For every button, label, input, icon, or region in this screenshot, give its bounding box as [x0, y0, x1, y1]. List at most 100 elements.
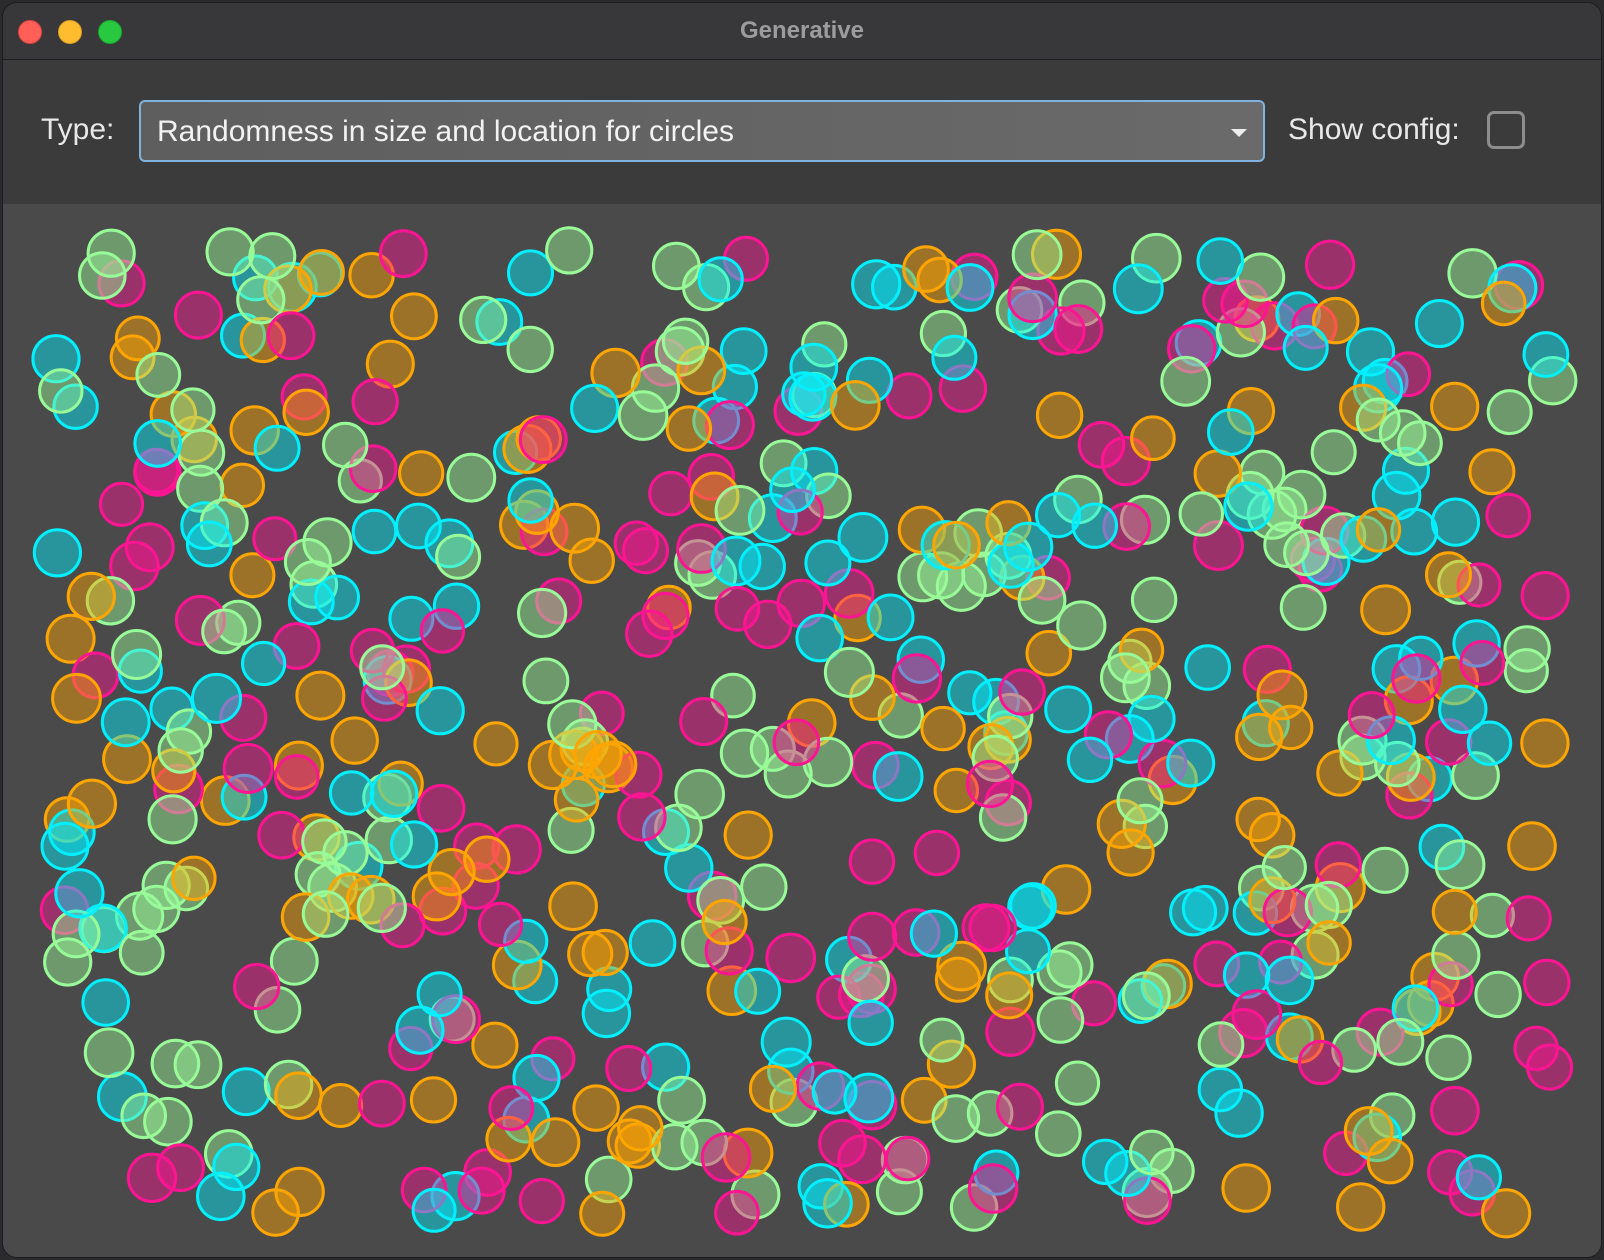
circle	[1261, 845, 1307, 891]
circle	[704, 400, 755, 451]
circle	[734, 967, 782, 1015]
chevron-down-icon	[1231, 129, 1247, 137]
circle	[38, 368, 84, 414]
circle	[605, 1045, 653, 1092]
circle	[1207, 408, 1255, 456]
circle	[573, 730, 623, 780]
circle	[700, 1132, 752, 1183]
circle	[947, 670, 993, 716]
circle	[1235, 796, 1281, 843]
circle	[390, 292, 438, 341]
circle	[985, 971, 1034, 1020]
circle	[891, 653, 943, 704]
circle	[378, 229, 428, 278]
circle	[488, 1085, 535, 1131]
circle	[848, 838, 896, 885]
circle	[1181, 884, 1229, 932]
circle	[390, 820, 439, 869]
circle	[274, 754, 320, 800]
circle	[351, 508, 398, 555]
circle	[170, 387, 216, 433]
circle	[522, 657, 570, 705]
circle	[83, 1027, 135, 1079]
circle	[81, 978, 130, 1027]
circle	[1214, 1088, 1264, 1138]
circle	[205, 227, 255, 277]
circle	[719, 728, 770, 778]
circle	[1355, 397, 1401, 443]
circle	[1455, 1154, 1503, 1201]
circle	[266, 311, 316, 361]
circle	[328, 770, 375, 816]
circle	[66, 571, 116, 621]
circle	[841, 954, 890, 1004]
circle	[1036, 996, 1085, 1044]
circle	[697, 256, 744, 303]
circle	[54, 868, 105, 919]
circle	[118, 929, 165, 976]
circle	[1355, 507, 1402, 553]
circle	[1196, 237, 1245, 285]
circle	[945, 263, 995, 312]
circle	[229, 552, 276, 599]
circle	[1361, 846, 1409, 894]
circle	[40, 821, 90, 871]
circle	[1480, 280, 1527, 327]
circle	[1116, 777, 1164, 825]
circle	[913, 829, 961, 877]
circle	[1306, 920, 1352, 966]
circle	[287, 578, 335, 626]
circle	[679, 697, 729, 746]
circle	[1297, 1039, 1344, 1086]
circle	[1425, 1034, 1472, 1081]
circle	[241, 640, 287, 687]
circle	[1431, 888, 1478, 935]
circle	[1011, 229, 1063, 281]
circle	[1459, 640, 1506, 686]
circle	[570, 383, 620, 433]
circle	[617, 792, 667, 842]
circle	[233, 963, 281, 1011]
circle	[201, 608, 248, 655]
circle	[714, 485, 766, 536]
circle	[1431, 930, 1481, 981]
circle	[1077, 421, 1126, 469]
circle	[719, 327, 768, 376]
circle	[135, 352, 182, 398]
circle	[283, 538, 332, 586]
circle	[617, 390, 669, 441]
circle	[506, 325, 554, 374]
show-config-label: Show config:	[1288, 113, 1460, 146]
circle	[1221, 1163, 1271, 1213]
circle	[221, 1067, 271, 1117]
show-config-checkbox[interactable]	[1487, 111, 1525, 149]
circle	[330, 716, 379, 765]
circle	[1347, 691, 1396, 740]
circle	[934, 956, 982, 1003]
circle	[789, 342, 839, 392]
circle	[398, 450, 445, 497]
circle	[1035, 391, 1084, 440]
circle	[295, 670, 346, 721]
circle	[1129, 1129, 1175, 1176]
type-label: Type:	[41, 113, 115, 146]
circle	[1121, 971, 1171, 1021]
circle	[133, 419, 182, 468]
circle	[1127, 694, 1176, 743]
circle	[358, 1079, 406, 1128]
circle	[931, 334, 978, 381]
circle	[1520, 571, 1570, 621]
circle	[1336, 1182, 1386, 1232]
circle	[1391, 653, 1442, 704]
circle	[274, 1071, 323, 1121]
circle	[1112, 263, 1164, 315]
type-select[interactable]: Randomness in size and location for circ…	[139, 100, 1265, 162]
circle	[545, 226, 594, 275]
circle	[111, 629, 163, 680]
circle	[1526, 1043, 1574, 1091]
circle	[1343, 1106, 1394, 1156]
circle	[171, 855, 217, 901]
circle	[568, 537, 615, 584]
circle	[1523, 958, 1571, 1007]
circle	[748, 1064, 797, 1113]
